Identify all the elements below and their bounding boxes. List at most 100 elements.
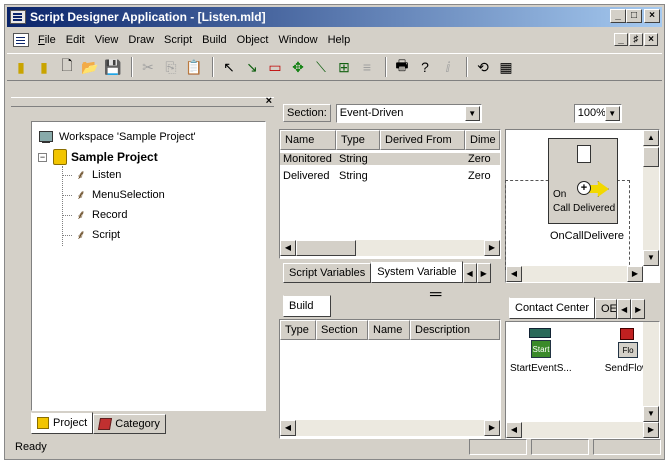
- print-icon[interactable]: 🖶: [392, 57, 412, 77]
- tool-start-event[interactable]: Start StartEventS...: [510, 328, 572, 374]
- mdi-close-button[interactable]: ×: [644, 33, 658, 46]
- horizontal-scrollbar[interactable]: ◀ ▶: [506, 266, 643, 282]
- table-row[interactable]: Monitored String Zero: [280, 153, 500, 165]
- scroll-right-icon[interactable]: ▶: [484, 240, 500, 256]
- tree-item-menuselection[interactable]: ⸙ MenuSelection: [72, 187, 165, 203]
- tree-item-label: Listen: [92, 169, 122, 181]
- scroll-thumb[interactable]: [296, 240, 356, 256]
- menu-script[interactable]: Script: [159, 34, 197, 46]
- chevron-down-icon[interactable]: ▼: [604, 105, 620, 121]
- scroll-left-icon[interactable]: ◀: [506, 422, 522, 438]
- column-header-type[interactable]: Type: [280, 320, 316, 340]
- script-canvas[interactable]: + On Call Delivered OnCallDelivere ▲ ▼ ◀…: [505, 129, 660, 283]
- menu-window[interactable]: Window: [273, 34, 322, 46]
- menu-draw[interactable]: Draw: [123, 34, 159, 46]
- scroll-up-icon[interactable]: ▲: [643, 130, 659, 146]
- column-header-type[interactable]: Type: [336, 130, 380, 150]
- tab-system-variables[interactable]: System Variable: [371, 261, 463, 283]
- tree-item-script[interactable]: ⸙ Script: [72, 227, 120, 243]
- tree-icon[interactable]: ⊞: [334, 57, 354, 77]
- vertical-scrollbar[interactable]: ▲ ▼: [643, 130, 659, 266]
- tree-item-record[interactable]: ⸙ Record: [72, 207, 127, 223]
- tab-build[interactable]: Build: [283, 295, 331, 317]
- tab-project[interactable]: Project: [31, 412, 94, 434]
- column-header-section[interactable]: Section: [316, 320, 368, 340]
- scroll-left-icon[interactable]: ◀: [280, 240, 296, 256]
- rectangle-icon[interactable]: ▭: [265, 57, 285, 77]
- document-icon[interactable]: [13, 33, 29, 47]
- align-icon[interactable]: ≡: [357, 57, 377, 77]
- horizontal-scrollbar[interactable]: ◀ ▶: [280, 420, 500, 436]
- column-header-derived[interactable]: Derived From: [380, 130, 465, 150]
- save-icon[interactable]: 💾: [103, 57, 123, 77]
- tree-workspace[interactable]: Workspace 'Sample Project': [38, 130, 196, 144]
- tab-oe[interactable]: OE: [594, 299, 617, 319]
- mdi-restore-button[interactable]: ♯: [629, 33, 643, 46]
- scroll-right-icon[interactable]: ▶: [643, 422, 659, 438]
- toolbar-separator: [212, 57, 214, 77]
- connector-icon[interactable]: ↘: [242, 57, 262, 77]
- scroll-down-icon[interactable]: ▼: [643, 250, 659, 266]
- tab-script-variables[interactable]: Script Variables: [283, 263, 372, 283]
- menu-object[interactable]: Object: [232, 34, 274, 46]
- move-icon[interactable]: ✥: [288, 57, 308, 77]
- column-header-dimension[interactable]: Dime: [465, 130, 500, 150]
- scroll-left-icon[interactable]: ◀: [506, 266, 522, 282]
- title-bar[interactable]: Script Designer Application - [Listen.ml…: [7, 7, 662, 27]
- tab-scroll-left-icon[interactable]: ◀: [616, 299, 632, 319]
- horizontal-scrollbar[interactable]: ◀ ▶: [506, 422, 659, 438]
- phone-icon: [577, 145, 591, 163]
- vertical-scrollbar[interactable]: ▼: [643, 322, 659, 422]
- chevron-down-icon[interactable]: ▼: [464, 105, 480, 121]
- splitter-handle[interactable]: ═: [430, 286, 441, 304]
- menu-file[interactable]: File: [33, 34, 61, 46]
- pane-grip[interactable]: ×: [11, 95, 274, 107]
- tree-item-listen[interactable]: ⸙ Listen: [72, 167, 121, 183]
- paste-icon[interactable]: 📋: [184, 57, 204, 77]
- scroll-thumb[interactable]: [643, 147, 659, 167]
- scroll-down-icon[interactable]: ▼: [643, 406, 659, 422]
- tab-scroll-right-icon[interactable]: ▶: [476, 263, 491, 283]
- help-icon[interactable]: ?: [415, 57, 435, 77]
- column-header-description[interactable]: Description: [410, 320, 500, 340]
- table-row[interactable]: Delivered String Zero: [280, 170, 500, 182]
- close-button[interactable]: ×: [644, 9, 660, 23]
- cell-dimension: Zero: [468, 153, 491, 165]
- maximize-button[interactable]: □: [626, 9, 642, 23]
- pane-close-button[interactable]: ×: [266, 95, 272, 107]
- tree-project[interactable]: − Sample Project: [38, 149, 158, 165]
- copy-icon[interactable]: ⎘: [161, 57, 181, 77]
- menu-edit[interactable]: Edit: [61, 34, 90, 46]
- new-script-icon[interactable]: ▮: [11, 57, 31, 77]
- script-icon: ⸙: [76, 227, 86, 242]
- rotate-icon[interactable]: ⟲: [473, 57, 493, 77]
- minimize-button[interactable]: _: [610, 9, 626, 23]
- cut-icon[interactable]: ✂: [138, 57, 158, 77]
- menu-build[interactable]: Build: [197, 34, 231, 46]
- grid-icon[interactable]: ▦: [496, 57, 516, 77]
- variable-icon[interactable]: ⅈ: [438, 57, 458, 77]
- collapse-icon[interactable]: −: [38, 152, 47, 162]
- menu-view[interactable]: View: [90, 34, 124, 46]
- scroll-left-icon[interactable]: ◀: [280, 420, 296, 436]
- line-icon[interactable]: ⟍: [311, 57, 331, 77]
- tab-scroll-right-icon[interactable]: ▶: [631, 299, 646, 319]
- open-folder-icon[interactable]: 📂: [80, 57, 100, 77]
- pointer-icon[interactable]: ↖: [219, 57, 239, 77]
- scroll-right-icon[interactable]: ▶: [484, 420, 500, 436]
- tab-category[interactable]: Category: [93, 414, 166, 434]
- menu-help[interactable]: Help: [323, 34, 356, 46]
- scroll-right-icon[interactable]: ▶: [627, 266, 643, 282]
- tab-scroll-left-icon[interactable]: ◀: [462, 263, 477, 283]
- zoom-select[interactable]: 100% ▼: [573, 103, 622, 123]
- node-caption: OnCallDelivere: [550, 230, 624, 242]
- open-project-icon[interactable]: ▮: [34, 57, 54, 77]
- section-select[interactable]: Event-Driven ▼: [335, 103, 482, 123]
- mdi-minimize-button[interactable]: _: [614, 33, 628, 46]
- tab-contact-center[interactable]: Contact Center: [509, 297, 595, 319]
- new-file-icon[interactable]: 🗋: [57, 57, 77, 77]
- column-header-name[interactable]: Name: [280, 130, 336, 150]
- horizontal-scrollbar[interactable]: ◀ ▶: [280, 240, 500, 256]
- column-header-name[interactable]: Name: [368, 320, 410, 340]
- on-call-delivered-node[interactable]: + On Call Delivered: [548, 138, 618, 224]
